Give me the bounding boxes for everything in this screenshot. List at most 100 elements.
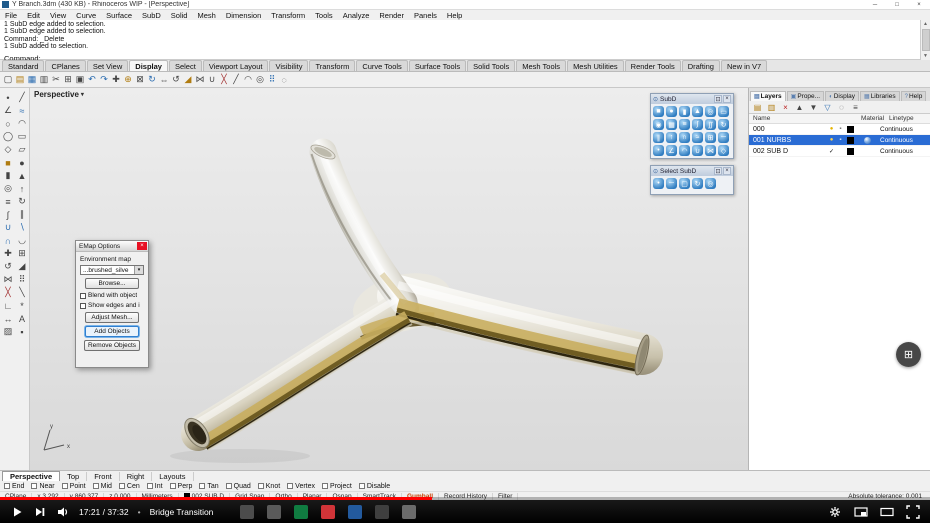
panel-tab[interactable]: ▣ Prope... — [786, 91, 825, 101]
move-tool-icon[interactable]: ✚ — [1, 247, 15, 260]
save-file-icon[interactable]: ▦ — [26, 73, 38, 87]
command-scrollbar[interactable]: ▲ ▼ — [920, 20, 930, 60]
point-tool-icon[interactable]: • — [1, 91, 15, 104]
osnap-toggle[interactable]: Perp — [169, 483, 192, 490]
zoom-icon[interactable]: ⊕ — [122, 73, 134, 87]
osnap-toggle[interactable]: Tan — [199, 483, 219, 490]
osnap-toggle[interactable]: Knot — [257, 483, 280, 490]
subd-cone-icon[interactable]: ▲ — [691, 105, 704, 118]
toolbar-tab[interactable]: Surface Tools — [408, 60, 467, 71]
extrude-tool-icon[interactable]: ↑ — [15, 182, 29, 195]
curve-tool-icon[interactable]: ≈ — [15, 104, 29, 117]
browse-button[interactable]: Browse... — [85, 278, 139, 289]
toolbar-tab[interactable]: Set View — [86, 60, 129, 71]
layer-visibility-icon[interactable]: ● — [827, 137, 836, 143]
fullscreen-icon[interactable] — [906, 504, 920, 519]
subd-stitch-icon[interactable]: ≈ — [691, 131, 704, 144]
close-button[interactable]: × — [908, 0, 930, 10]
osnap-checkbox[interactable] — [225, 483, 232, 489]
osnap-toggle[interactable]: Project — [322, 483, 352, 490]
osnap-toggle[interactable]: Mid — [92, 483, 112, 490]
select-subd-edges-icon[interactable]: ─ — [665, 177, 678, 190]
fillet-icon[interactable]: ◠ — [242, 73, 254, 87]
menu-item[interactable]: Panels — [409, 11, 442, 20]
rectangle-tool-icon[interactable]: ▭ — [15, 130, 29, 143]
osnap-checkbox[interactable] — [287, 483, 294, 489]
menu-item[interactable]: Surface — [101, 11, 137, 20]
cone-tool-icon[interactable]: ▲ — [15, 169, 29, 182]
osnap-toggle[interactable]: Near — [31, 483, 55, 490]
layer-name[interactable]: 001 NURBS — [749, 137, 827, 144]
split-icon[interactable]: ╱ — [230, 73, 242, 87]
move-icon[interactable]: ⇔ — [158, 73, 170, 87]
subd-append-icon[interactable]: ⊞ — [704, 131, 717, 144]
osnap-toggle[interactable]: Point — [61, 483, 86, 490]
join-icon[interactable]: ∪ — [206, 73, 218, 87]
subd-insert-point-icon[interactable]: • — [652, 144, 665, 157]
layer-lock-icon[interactable]: ▪ — [836, 137, 845, 143]
menu-item[interactable]: Tools — [310, 11, 338, 20]
taskbar-app-icon[interactable] — [402, 504, 417, 519]
menu-item[interactable]: Curve — [71, 11, 101, 20]
osnap-checkbox[interactable] — [4, 483, 10, 489]
mirror-icon[interactable]: ⋈ — [194, 73, 206, 87]
move-up-icon[interactable]: ▲ — [793, 101, 806, 113]
new-sublayer-icon[interactable]: ▥ — [765, 101, 778, 113]
subd-revolve-icon[interactable]: ↻ — [717, 118, 730, 131]
panel-dock-icon[interactable]: ⊡ — [714, 167, 722, 175]
cylinder-tool-icon[interactable]: ▮ — [1, 169, 15, 182]
layer-color-swatch[interactable] — [847, 125, 854, 133]
panel-tab[interactable]: ◐ Display — [825, 91, 860, 101]
box-tool-icon[interactable]: ■ — [1, 156, 15, 169]
cut-icon[interactable]: ✂ — [50, 73, 62, 87]
search-icon[interactable]: ◌ — [835, 101, 848, 113]
close-icon[interactable]: × — [137, 242, 147, 250]
video-overlay-button[interactable]: ⊞ — [896, 342, 921, 367]
dialog-button[interactable]: Adjust Mesh... — [85, 312, 139, 323]
checkbox[interactable] — [80, 292, 86, 299]
viewport-tab[interactable]: Layouts — [152, 471, 194, 481]
layer-linetype[interactable]: Continuous — [880, 148, 930, 155]
toolbar-tab[interactable]: Viewport Layout — [202, 60, 269, 71]
boolean-union-icon[interactable]: ∪ — [1, 221, 15, 234]
panel-close-icon[interactable]: × — [723, 95, 731, 103]
polygon-tool-icon[interactable]: ◇ — [1, 143, 15, 156]
next-button[interactable] — [33, 505, 47, 519]
toolbar-tab[interactable]: CPlanes — [45, 60, 86, 71]
theater-mode-icon[interactable] — [880, 505, 894, 519]
viewport-tab[interactable]: Right — [120, 471, 153, 481]
delete-layer-icon[interactable]: × — [779, 101, 792, 113]
explode-tool-icon[interactable]: * — [15, 299, 29, 312]
zoom-extents-icon[interactable]: ⊠ — [134, 73, 146, 87]
osnap-checkbox[interactable] — [61, 483, 68, 489]
taskbar-app-icon[interactable] — [267, 504, 282, 519]
copy-tool-icon[interactable]: ⊞ — [15, 247, 29, 260]
subd-panel-titlebar[interactable]: ⊙ SubD ⊡ × — [651, 94, 733, 104]
trim-icon[interactable]: ╳ — [218, 73, 230, 87]
loft-tool-icon[interactable]: ≡ — [1, 195, 15, 208]
scrollbar-thumb[interactable] — [921, 29, 930, 51]
toolbar-tab[interactable]: Transform — [309, 60, 356, 71]
array-icon[interactable]: ⠿ — [266, 73, 278, 87]
scale-icon[interactable]: ◢ — [182, 73, 194, 87]
pan-icon[interactable]: ✚ — [110, 73, 122, 87]
menu-item[interactable]: Render — [374, 11, 409, 20]
sphere-tool-icon[interactable]: ● — [15, 156, 29, 169]
osnap-toggle[interactable]: End — [4, 483, 24, 490]
mirror-tool-icon[interactable]: ⋈ — [1, 273, 15, 286]
environment-map-dropdown[interactable]: ...brushed_silve ▾ — [80, 265, 144, 275]
toolbar-tab[interactable]: Mesh Utilities — [567, 60, 624, 71]
panel-tab[interactable]: ▤ Layers — [750, 91, 786, 101]
subd-remove-crease-icon[interactable]: ◠ — [678, 144, 691, 157]
filter-icon[interactable]: ▽ — [821, 101, 834, 113]
menu-item[interactable]: SubD — [137, 11, 166, 20]
select-subd-panel-titlebar[interactable]: ⊙ Select SubD ⊡ × — [651, 166, 733, 176]
dialog-titlebar[interactable]: EMap Options × — [76, 241, 148, 252]
osnap-checkbox[interactable] — [31, 483, 38, 489]
volume-icon[interactable] — [56, 505, 70, 519]
array-tool-icon[interactable]: ⠿ — [15, 273, 29, 286]
subd-torus-icon[interactable]: ◎ — [704, 105, 717, 118]
subd-symmetry-icon[interactable]: ◇ — [717, 144, 730, 157]
split-tool-icon[interactable]: ╲ — [15, 286, 29, 299]
subd-sphere-icon[interactable]: ● — [665, 105, 678, 118]
